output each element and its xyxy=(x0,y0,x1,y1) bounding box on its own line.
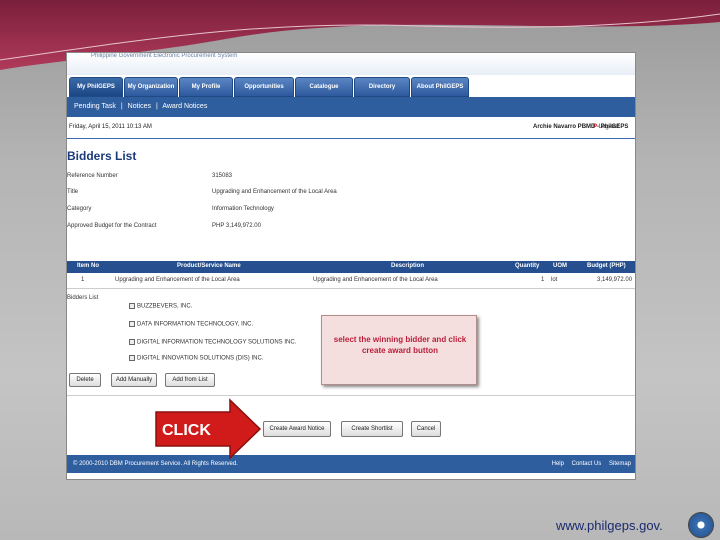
cancel-button[interactable]: Cancel xyxy=(411,421,441,437)
field-label: Title xyxy=(67,189,79,195)
col-quantity: Quantity xyxy=(515,263,540,269)
banner-text: Philippine Government Electronic Procure… xyxy=(91,53,238,59)
field-value: 315083 xyxy=(212,173,233,179)
slide-url: www.philgeps.gov. xyxy=(556,518,663,533)
tab-about-philgeps[interactable]: About PhilGEPS xyxy=(411,77,469,97)
subnav-pending-task[interactable]: Pending Task xyxy=(74,103,116,110)
subnav-notices[interactable]: Notices xyxy=(128,103,151,110)
field-label: Approved Budget for the Contract xyxy=(67,223,157,229)
tab-opportunities[interactable]: Opportunities xyxy=(234,77,294,97)
sub-navigation: Pending Task | Notices | Award Notices xyxy=(67,97,635,117)
subnav-separator: | xyxy=(155,103,158,110)
cell-budget: 3,149,972.00 xyxy=(597,277,633,283)
col-budget: Budget (PHP) xyxy=(587,263,626,269)
callout-text: select the winning bidder and click crea… xyxy=(333,335,467,355)
field-value: PHP 3,149,972.00 xyxy=(212,223,261,229)
logout-label: Log-out xyxy=(598,124,620,130)
click-arrow-label: CLICK xyxy=(162,422,211,439)
field-label: Reference Number xyxy=(67,173,118,179)
cell-uom: lot xyxy=(551,277,558,283)
bidder-checkbox[interactable] xyxy=(129,355,135,361)
current-date: Friday, April 15, 2011 10:13 AM xyxy=(69,124,152,130)
footer-links: Help Contact Us Sitemap xyxy=(546,455,631,473)
bidder-checkbox[interactable] xyxy=(129,321,135,327)
divider xyxy=(67,395,635,396)
divider xyxy=(67,138,635,139)
footer-sitemap-link[interactable]: Sitemap xyxy=(609,461,631,467)
bidder-name: BUZZBEVERS, INC. xyxy=(137,303,193,310)
main-tabs: My PhilGEPS My Organization My Profile O… xyxy=(67,75,635,97)
subnav-separator: | xyxy=(120,103,123,110)
add-manually-button[interactable]: Add Manually xyxy=(111,373,157,387)
cell-product-name: Upgrading and Enhancement of the Local A… xyxy=(115,277,240,283)
bidder-checkbox[interactable] xyxy=(129,339,135,345)
click-arrow-icon: CLICK xyxy=(155,398,262,460)
philgeps-seal-icon xyxy=(688,512,714,538)
cell-quantity: 1 xyxy=(541,277,545,283)
col-uom: UOM xyxy=(553,263,567,269)
bidder-name: DIGITAL INNOVATION SOLUTIONS (DIS) INC. xyxy=(137,355,264,362)
tab-my-organization[interactable]: My Organization xyxy=(124,77,178,97)
tab-my-profile[interactable]: My Profile xyxy=(179,77,233,97)
browser-screenshot: Philippine Government Electronic Procure… xyxy=(66,52,636,480)
page-title: Bidders List xyxy=(67,149,137,163)
col-item-no: Item No xyxy=(77,263,100,269)
field-label: Category xyxy=(67,206,92,212)
bidder-option[interactable]: DIGITAL INFORMATION TECHNOLOGY SOLUTIONS… xyxy=(129,339,296,346)
user-bar: Friday, April 15, 2011 10:13 AM Archie N… xyxy=(67,121,635,135)
logout-icon: P xyxy=(593,124,598,130)
items-table-header: Item No Product/Service Name Description… xyxy=(67,261,635,273)
tab-my-philgeps[interactable]: My PhilGEPS xyxy=(69,77,123,97)
bidder-checkbox[interactable] xyxy=(129,303,135,309)
page-footer: © 2000-2010 DBM Procurement Service. All… xyxy=(67,455,635,473)
create-award-notice-button[interactable]: Create Award Notice xyxy=(263,421,331,437)
footer-contact-link[interactable]: Contact Us xyxy=(572,461,602,467)
col-product-name: Product/Service Name xyxy=(177,263,241,269)
bidder-name: DATA INFORMATION TECHNOLOGY, INC. xyxy=(137,321,254,328)
bidder-option[interactable]: DATA INFORMATION TECHNOLOGY, INC. xyxy=(129,321,253,328)
bidder-option[interactable]: BUZZBEVERS, INC. xyxy=(129,303,192,310)
footer-help-link[interactable]: Help xyxy=(552,461,564,467)
subnav-award-notices[interactable]: Award Notices xyxy=(162,103,207,110)
col-description: Description xyxy=(391,263,425,269)
add-from-list-button[interactable]: Add from List xyxy=(165,373,215,387)
logout-link[interactable]: P Log-out xyxy=(593,124,619,130)
tab-catalogue[interactable]: Catalogue xyxy=(295,77,353,97)
field-value: Information Technology xyxy=(212,206,274,212)
bidders-list-label: Bidders List xyxy=(67,295,99,301)
create-shortlist-button[interactable]: Create Shortlist xyxy=(341,421,403,437)
tab-directory[interactable]: Directory xyxy=(354,77,410,97)
field-value: Upgrading and Enhancement of the Local A… xyxy=(212,189,337,195)
cell-item-no: 1 xyxy=(81,277,85,283)
cell-description: Upgrading and Enhancement of the Local A… xyxy=(313,277,438,283)
table-row: 1 Upgrading and Enhancement of the Local… xyxy=(67,275,635,289)
bidder-name: DIGITAL INFORMATION TECHNOLOGY SOLUTIONS… xyxy=(137,339,297,346)
site-banner: Philippine Government Electronic Procure… xyxy=(67,53,635,75)
instruction-callout: select the winning bidder and click crea… xyxy=(321,315,477,385)
bidder-option[interactable]: DIGITAL INNOVATION SOLUTIONS (DIS) INC. xyxy=(129,355,263,362)
delete-button[interactable]: Delete xyxy=(69,373,101,387)
